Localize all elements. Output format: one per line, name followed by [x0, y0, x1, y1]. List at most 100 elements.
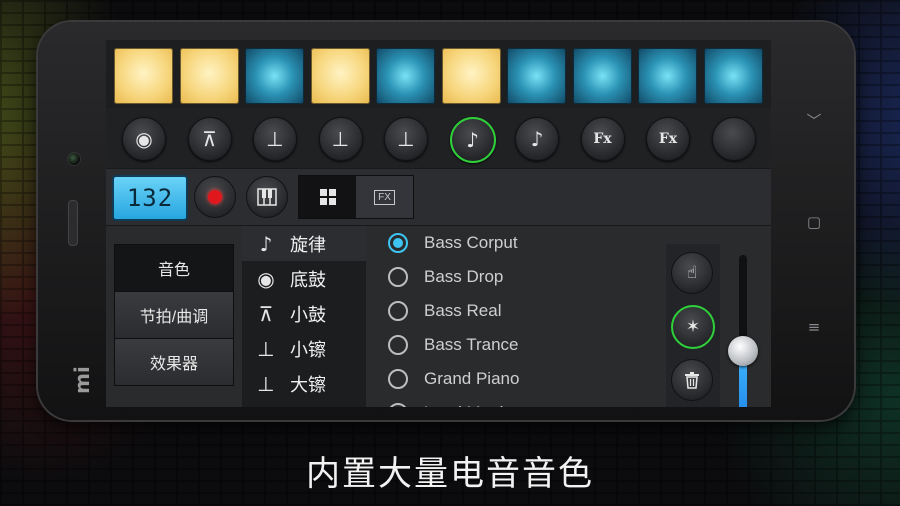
radio-selected-dot — [393, 238, 403, 248]
radio-button[interactable] — [388, 369, 408, 389]
touch-button[interactable]: ☝ — [671, 252, 713, 294]
category-item[interactable]: ⊥ 大镲 — [242, 366, 366, 401]
sound-label: Bass Real — [424, 301, 502, 320]
instrument-button[interactable] — [711, 117, 756, 161]
drum-pad[interactable] — [310, 48, 370, 104]
category-list: ♪ 旋律 ◉ 底鼓 ⊼ 小鼓 ⊥ 小镲 ⊥ 大镲 — [242, 226, 366, 407]
fx-tab-label: FX — [374, 189, 395, 205]
music-note-icon: ♪ — [530, 127, 544, 151]
category-item[interactable]: ◉ 底鼓 — [242, 261, 366, 296]
brand-logo: mi — [69, 366, 94, 394]
kick-drum-icon: ◉ — [135, 127, 153, 151]
sound-label: Bass Drop — [424, 267, 504, 286]
sound-item[interactable]: Bass Real — [376, 294, 666, 328]
sound-item[interactable]: Lead Magic — [376, 396, 666, 407]
view-toggle: FX — [298, 175, 414, 219]
instrument-button[interactable]: ⊥ — [253, 117, 297, 161]
radio-button[interactable] — [388, 233, 408, 253]
sound-list: Bass Corput Bass Drop Bass Real Bass Trance… — [376, 226, 666, 407]
category-item[interactable]: ⊥ 小镲 — [242, 331, 366, 366]
delete-button[interactable] — [671, 359, 713, 401]
drum-pad[interactable] — [441, 48, 501, 104]
earpiece-slot — [68, 200, 78, 246]
sound-item[interactable]: Bass Corput — [376, 226, 666, 260]
sound-label: Lead Magic — [424, 403, 512, 407]
volume-slider[interactable] — [739, 255, 747, 407]
record-icon — [208, 190, 222, 204]
sound-item[interactable]: Bass Drop — [376, 260, 666, 294]
category-item[interactable]: ♪ 旋律 — [242, 226, 366, 261]
tempo-display[interactable]: 132 — [112, 175, 188, 221]
trash-icon — [685, 372, 699, 389]
app-screen: ◉ ⊼ ⊥ ⊥ ⊥ ♪ ♪ Fx Fx 132 FX 音色 节拍/曲调 效果器 … — [106, 40, 771, 407]
music-note-icon: ♪ — [466, 128, 479, 152]
instrument-button[interactable]: ⊥ — [318, 117, 363, 161]
radio-button[interactable] — [388, 403, 408, 407]
category-label: 小鼓 — [290, 304, 326, 325]
home-nav-icon[interactable]: ▢ — [804, 213, 824, 231]
crash-cymbal-icon: ⊥ — [331, 127, 350, 151]
sound-label: Bass Trance — [424, 335, 519, 354]
menu-nav-icon[interactable]: ≡ — [804, 318, 824, 336]
volume-knob[interactable] — [728, 336, 758, 367]
hihat-icon: ⊥ — [266, 127, 284, 151]
instrument-row: ◉ ⊼ ⊥ ⊥ ⊥ ♪ ♪ Fx Fx — [106, 108, 771, 168]
magic-wand-button[interactable]: ✶ — [671, 305, 715, 349]
radio-button[interactable] — [388, 267, 408, 287]
sound-label: Grand Piano — [424, 369, 520, 388]
instrument-button[interactable]: ◉ — [122, 117, 166, 161]
sound-item[interactable]: Bass Trance — [376, 328, 666, 362]
kick-drum-icon: ◉ — [257, 266, 275, 291]
fx-icon: Fx — [593, 131, 612, 147]
crash-cymbal-icon: ⊥ — [257, 371, 275, 396]
side-tab[interactable]: 效果器 — [115, 339, 233, 386]
piano-button[interactable] — [246, 176, 288, 218]
grid-icon — [319, 189, 336, 205]
snare-drum-icon: ⊼ — [202, 127, 217, 151]
category-label: 大镲 — [290, 374, 326, 395]
drum-pad[interactable] — [179, 48, 239, 104]
magic-wand-icon: ✶ — [685, 317, 701, 337]
piano-keys-icon — [257, 188, 277, 206]
drum-pad[interactable] — [703, 48, 763, 104]
touch-hand-icon: ☝ — [686, 263, 698, 283]
drum-pad[interactable] — [245, 48, 304, 104]
sound-item[interactable]: Grand Piano — [376, 362, 666, 396]
instrument-button[interactable]: ⊥ — [384, 117, 428, 161]
instrument-button[interactable]: Fx — [580, 117, 625, 161]
category-label: 旋律 — [290, 234, 326, 255]
control-row: 132 FX — [106, 168, 771, 226]
pad-grid — [106, 40, 771, 108]
drum-pad[interactable] — [572, 48, 632, 104]
radio-button[interactable] — [388, 335, 408, 355]
front-camera — [67, 152, 81, 166]
category-label: 小镲 — [290, 339, 326, 360]
promo-caption: 内置大量电音音色 — [306, 454, 594, 494]
ride-cymbal-icon: ⊥ — [397, 127, 415, 151]
instrument-button[interactable]: ♪ — [449, 117, 496, 163]
radio-button[interactable] — [388, 301, 408, 321]
sound-label: Bass Corput — [424, 233, 518, 252]
drum-pad[interactable] — [507, 48, 566, 104]
fx-view-tab[interactable]: FX — [356, 176, 413, 218]
side-tab[interactable]: 音色 — [115, 245, 233, 292]
instrument-button[interactable]: ♪ — [515, 117, 559, 161]
music-note-icon: ♪ — [259, 231, 273, 256]
grid-view-tab[interactable] — [299, 176, 356, 218]
instrument-button[interactable]: Fx — [646, 117, 690, 161]
fx-icon: Fx — [658, 131, 678, 147]
category-item[interactable]: ⊼ 小鼓 — [242, 296, 366, 331]
drum-pad[interactable] — [638, 48, 697, 104]
side-tab-menu: 音色 节拍/曲调 效果器 — [114, 244, 234, 386]
record-button[interactable] — [194, 176, 236, 218]
back-nav-icon[interactable]: ﹀ — [804, 110, 824, 131]
hihat-icon: ⊥ — [257, 336, 275, 361]
phone-frame: mi ﹀ ▢ ≡ ◉ ⊼ ⊥ ⊥ ⊥ ♪ ♪ Fx Fx 132 FX 音色 节… — [38, 22, 854, 420]
tool-column: ☝ ✶ — [666, 244, 720, 407]
instrument-button[interactable]: ⊼ — [187, 117, 232, 161]
side-tab[interactable]: 节拍/曲调 — [115, 292, 233, 339]
drum-pad[interactable] — [376, 48, 435, 104]
category-label: 底鼓 — [290, 269, 326, 290]
drum-pad[interactable] — [114, 48, 173, 104]
snare-drum-icon: ⊼ — [258, 301, 274, 326]
